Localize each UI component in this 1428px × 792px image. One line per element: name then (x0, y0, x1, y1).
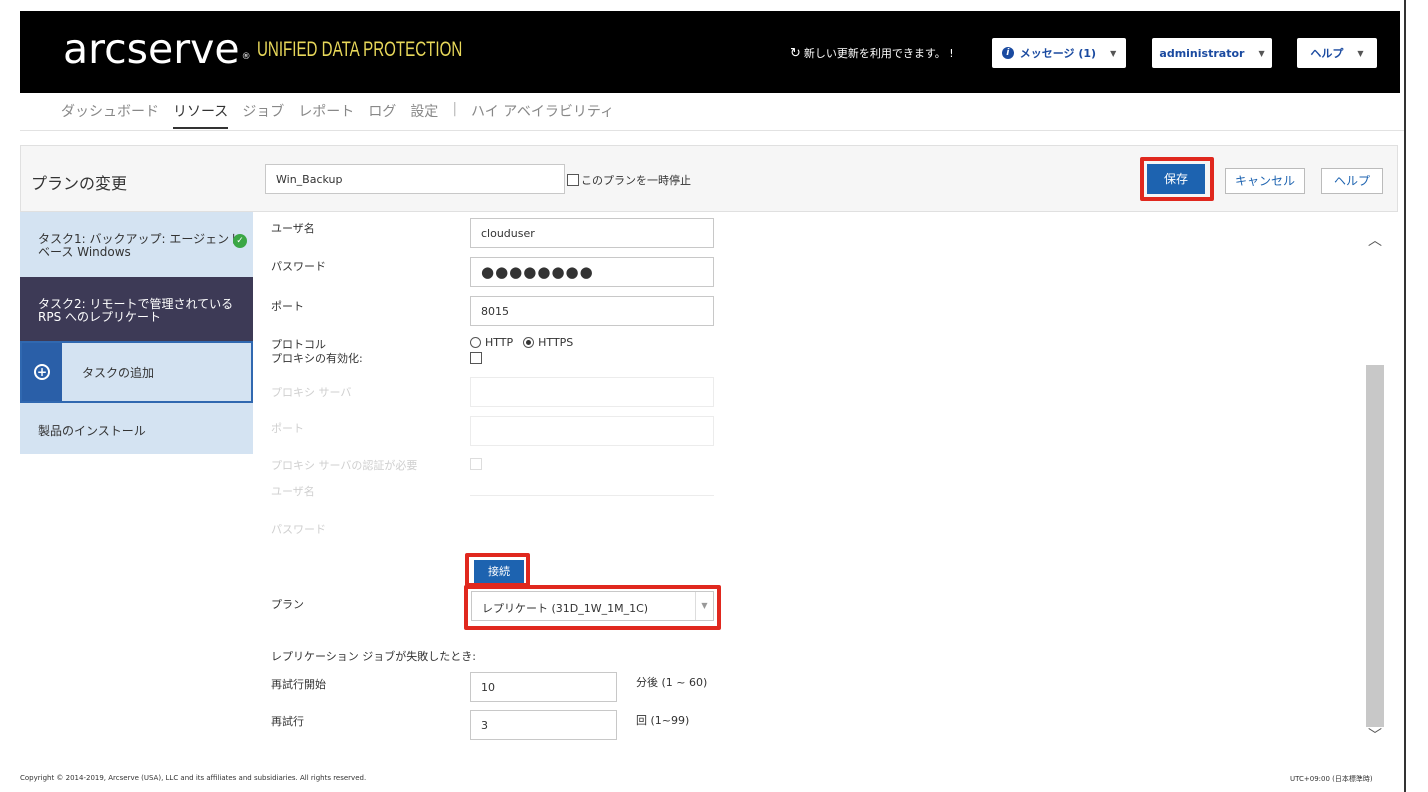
tab-logs[interactable]: ログ (368, 101, 396, 129)
user-menu-button[interactable]: administrator ▼ (1152, 38, 1272, 68)
proxy-auth-label: プロキシ サーバの認証が必要 (271, 459, 418, 472)
check-icon: ✓ (233, 234, 247, 248)
retry-label: 再試行 (271, 715, 304, 728)
tab-resources[interactable]: リソース (173, 101, 229, 129)
window-edge (1404, 0, 1406, 792)
top-header: arcserve ® UNIFIED DATA PROTECTION ↻ 新しい更新… (20, 11, 1400, 93)
sidebar-install-product[interactable]: 製品のインストール (20, 403, 253, 454)
proxy-password-label: パスワード (271, 523, 326, 536)
port-label: ポート (271, 300, 304, 313)
proxy-port-input (470, 416, 714, 446)
sidebar-task-replicate[interactable]: タスク2: リモートで管理されている RPS へのレプリケート (20, 277, 253, 341)
retry-range: 回 (1~99) (636, 714, 690, 727)
password-label: パスワード (271, 260, 326, 273)
cancel-button[interactable]: キャンセル (1225, 168, 1305, 194)
proxy-server-input (470, 377, 714, 407)
chevron-down-icon: ▼ (1258, 48, 1265, 58)
radio-https[interactable] (523, 337, 535, 348)
tab-jobs[interactable]: ジョブ (242, 101, 284, 129)
chevron-down-icon[interactable]: ﹀ (1366, 727, 1384, 745)
failure-label: レプリケーション ジョブが失敗したとき: (271, 650, 476, 663)
add-task-button[interactable]: + タスクの追加 (20, 341, 253, 403)
sidebar-task-backup[interactable]: タスク1: バックアップ: エージェント ベース Windows ✓ (20, 212, 253, 277)
copyright-text: Copyright © 2014-2019, Arcserve (USA), L… (20, 774, 367, 782)
proxy-port-label: ポート (271, 422, 304, 435)
plan-highlight-box (464, 585, 721, 630)
save-highlight-box (1140, 157, 1214, 201)
plan-name-input[interactable]: Win_Backup (265, 164, 565, 194)
messages-button[interactable]: i メッセージ (1) ▼ (992, 38, 1126, 68)
tab-high-availability[interactable]: ハイ アベイラビリティ (471, 101, 614, 129)
retry-start-range: 分後 (1 ~ 60) (636, 676, 708, 689)
username-input[interactable]: clouduser (470, 218, 714, 248)
help-menu-button[interactable]: ヘルプ ▼ (1297, 38, 1377, 68)
retry-start-label: 再試行開始 (271, 678, 326, 691)
checkbox-box[interactable] (567, 174, 579, 186)
arcserve-logo: arcserve ® (63, 25, 251, 73)
proxy-enable-label: プロキシの有効化: (271, 352, 363, 365)
chevron-up-icon[interactable]: ︿ (1366, 232, 1384, 250)
help-button[interactable]: ヘルプ (1321, 168, 1383, 194)
proxy-auth-checkbox (470, 458, 482, 470)
password-input[interactable]: ●●●●●●●● (470, 257, 714, 287)
update-notification[interactable]: ↻ 新しい更新を利用できます。 ! (790, 45, 954, 61)
nav-divider (20, 130, 1405, 131)
proxy-server-label: プロキシ サーバ (271, 386, 352, 399)
product-name: UNIFIED DATA PROTECTION (257, 38, 463, 61)
proxy-user-label: ユーザ名 (271, 485, 315, 498)
proxy-enable-checkbox[interactable] (470, 352, 482, 364)
main-nav: ダッシュボード リソース ジョブ レポート ログ 設定 | ハイ アベイラビリテ… (61, 101, 628, 129)
info-icon: i (1001, 47, 1014, 59)
retry-start-input[interactable]: 10 (470, 672, 617, 702)
retry-input[interactable]: 3 (470, 710, 617, 740)
chevron-down-icon: ▼ (1110, 48, 1117, 58)
radio-http[interactable] (470, 337, 481, 348)
plan-label: プラン (271, 598, 304, 611)
refresh-icon: ↻ (790, 46, 801, 61)
username-label: ユーザ名 (271, 222, 315, 235)
tab-settings[interactable]: 設定 (410, 101, 438, 129)
tab-dashboard[interactable]: ダッシュボード (61, 101, 159, 129)
page-title: プランの変更 (31, 174, 128, 193)
nav-separator: | (452, 101, 458, 117)
pause-plan-checkbox[interactable]: このプランを一時停止 (567, 172, 691, 188)
chevron-down-icon: ▼ (1357, 48, 1364, 58)
protocol-radio-group: HTTP HTTPS (470, 336, 573, 349)
connect-highlight-box (465, 553, 530, 587)
timezone-text: UTC+09:00 (日本標準時) (1290, 775, 1373, 783)
port-input[interactable]: 8015 (470, 296, 714, 326)
proxy-user-input (470, 476, 714, 496)
scrollbar-thumb[interactable] (1366, 365, 1384, 727)
tab-reports[interactable]: レポート (298, 101, 354, 129)
plus-icon: + (34, 364, 50, 380)
